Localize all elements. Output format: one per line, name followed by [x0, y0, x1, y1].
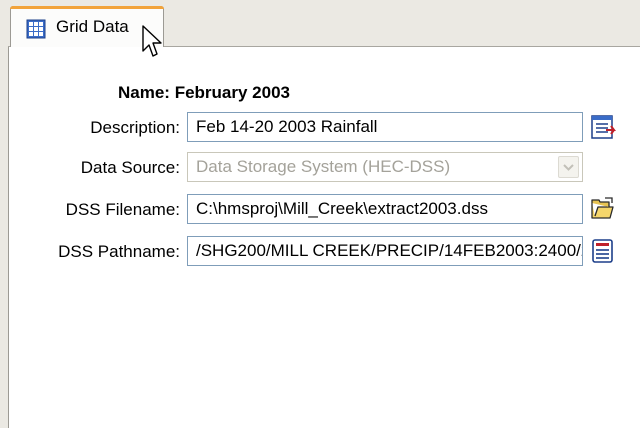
dss-filename-field[interactable]: C:\hmsproj\Mill_Creek\extract2003.dss — [187, 194, 583, 224]
description-label: Description: — [90, 118, 180, 137]
data-source-select[interactable]: Data Storage System (HEC-DSS) — [187, 152, 583, 182]
dss-filename-label: DSS Filename: — [65, 200, 180, 219]
chevron-down-icon[interactable] — [558, 156, 579, 178]
dss-pathname-label: DSS Pathname: — [58, 242, 180, 261]
mouse-pointer-icon — [141, 24, 165, 60]
dss-pathname-field[interactable]: /SHG200/MILL CREEK/PRECIP/14FEB2003:2400… — [187, 236, 583, 266]
tab-label: Grid Data — [56, 17, 129, 36]
name-label: Name: — [118, 83, 170, 102]
folder-open-icon[interactable] — [590, 196, 616, 222]
grid-icon — [26, 19, 46, 39]
component-editor: Grid Data Name: February 2003 Descriptio… — [0, 0, 640, 428]
pathname-list-icon[interactable] — [590, 238, 616, 264]
data-source-value: Data Storage System (HEC-DSS) — [196, 157, 451, 176]
description-field[interactable]: Feb 14-20 2003 Rainfall — [187, 112, 583, 142]
description-editor-icon[interactable] — [590, 114, 616, 140]
data-source-label: Data Source: — [80, 158, 180, 177]
component-name: Name: February 2003 — [118, 83, 290, 103]
name-value: February 2003 — [174, 83, 290, 102]
